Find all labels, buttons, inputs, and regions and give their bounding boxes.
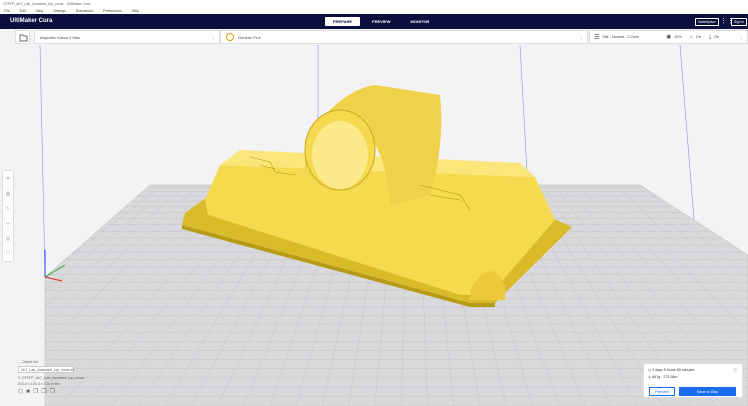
left-toolbar: ✥ ▦ ↻ ⇹ ▤ ⛉ xyxy=(2,170,14,262)
sliders-icon: ☰ xyxy=(594,34,600,41)
info-icon[interactable]: ⓘ xyxy=(733,368,737,373)
clock-icon: ◷ xyxy=(648,368,652,372)
sign-in-button[interactable]: Sign In xyxy=(731,18,748,26)
infill-value: 10% xyxy=(674,35,682,39)
menu-view[interactable]: View xyxy=(36,9,44,13)
move-tool-icon[interactable]: ✥ xyxy=(6,176,10,182)
material-selector[interactable]: Generic PLA ⌄ xyxy=(220,30,588,44)
chevron-down-icon: ⌄ xyxy=(579,34,583,40)
pencil-icon[interactable]: ✎ xyxy=(18,376,21,380)
open-file-button[interactable] xyxy=(15,30,30,44)
menu-help[interactable]: Help xyxy=(132,9,139,13)
menu-edit[interactable]: Edit xyxy=(20,9,26,13)
infill-icon: ▣ xyxy=(666,34,672,40)
left-view-icon[interactable]: ❐ xyxy=(41,389,49,395)
tab-monitor[interactable]: MONITOR xyxy=(403,17,438,26)
mirror-tool-icon[interactable]: ⇹ xyxy=(6,221,10,227)
header: UltiMaker Cura PREPARE PREVIEW MONITOR M… xyxy=(0,14,748,29)
view-buttons: ⬡■❒❐❒ xyxy=(18,388,84,395)
object-list-header: Object list xyxy=(22,360,38,364)
print-time: 3 days 5 hours 50 minutes xyxy=(652,368,695,372)
per-model-settings-icon[interactable]: ▤ xyxy=(6,236,11,242)
object-list: ⌄ Object list Ab7_Lab_Assistant_top_cove… xyxy=(18,360,84,395)
support-blocker-icon[interactable]: ⛉ xyxy=(6,251,10,257)
printer-selector[interactable]: Anycubic Kobra 2 Max ⌄ xyxy=(34,30,220,44)
tab-preview[interactable]: PREVIEW xyxy=(364,17,398,26)
material-usage: 661g · 273.38m xyxy=(652,375,678,379)
top-view-icon[interactable]: ❒ xyxy=(33,389,41,395)
rotate-tool-icon[interactable]: ↻ xyxy=(6,206,10,212)
material-name: Generic PLA xyxy=(238,34,261,40)
save-to-disk-button[interactable]: Save to Disk xyxy=(679,387,736,396)
spool-icon: ◎ xyxy=(648,375,652,379)
3d-view-icon[interactable]: ⬡ xyxy=(18,389,26,395)
print-summary-panel: ◷ 3 days 5 hours 50 minutes ⓘ ◎ 661g · 27… xyxy=(643,363,743,398)
app-logo: UltiMaker Cura xyxy=(10,18,53,24)
preview-button[interactable]: Preview xyxy=(649,387,675,396)
right-view-icon[interactable]: ❒ xyxy=(50,389,58,395)
object-list-item[interactable]: Ab7_Lab_Assistant_top_cover.stl xyxy=(18,366,74,373)
menu-extensions[interactable]: Extensions xyxy=(76,9,93,13)
menu-preferences[interactable]: Preferences xyxy=(103,9,122,13)
adhesion-icon: ⤓ xyxy=(708,34,712,40)
print-settings-selector[interactable]: ☰ Silk - Normal - 0.2mm ▣ 10% ⌂ On ⤓ On ⌄ xyxy=(589,30,748,44)
menu-settings[interactable]: Settings xyxy=(53,9,66,13)
folder-icon xyxy=(19,34,28,42)
adhesion-value: On xyxy=(714,35,720,39)
marketplace-button[interactable]: Marketplace xyxy=(695,18,719,26)
profile-name: Silk - Normal - 0.2mm xyxy=(602,35,640,39)
extruder-icon xyxy=(226,33,234,41)
object-name: CFFFP_Ab7_Lab_Assistant_top_cover xyxy=(22,376,85,380)
title-bar: CFFFP_Ab7_Lab_Assistant_top_cover - Ulti… xyxy=(0,0,748,8)
printer-name: Anycubic Kobra 2 Max xyxy=(40,34,81,40)
support-value: On xyxy=(695,35,701,39)
window-title: CFFFP_Ab7_Lab_Assistant_top_cover - Ulti… xyxy=(3,2,91,6)
chevron-down-icon: ⌄ xyxy=(211,34,215,40)
support-icon: ⌂ xyxy=(689,34,693,40)
scale-tool-icon[interactable]: ▦ xyxy=(6,191,11,197)
menu-file[interactable]: File xyxy=(4,9,10,13)
chevron-down-icon: ⌄ xyxy=(739,34,743,40)
object-dimensions: 201.8 x 100.3 x 124.9 mm xyxy=(18,382,60,386)
object-list-toggle[interactable]: ⌄ Object list xyxy=(18,360,84,364)
build-plate-viewport[interactable] xyxy=(0,45,748,406)
tab-prepare[interactable]: PREPARE xyxy=(325,17,361,26)
front-view-icon[interactable]: ■ xyxy=(26,389,33,395)
